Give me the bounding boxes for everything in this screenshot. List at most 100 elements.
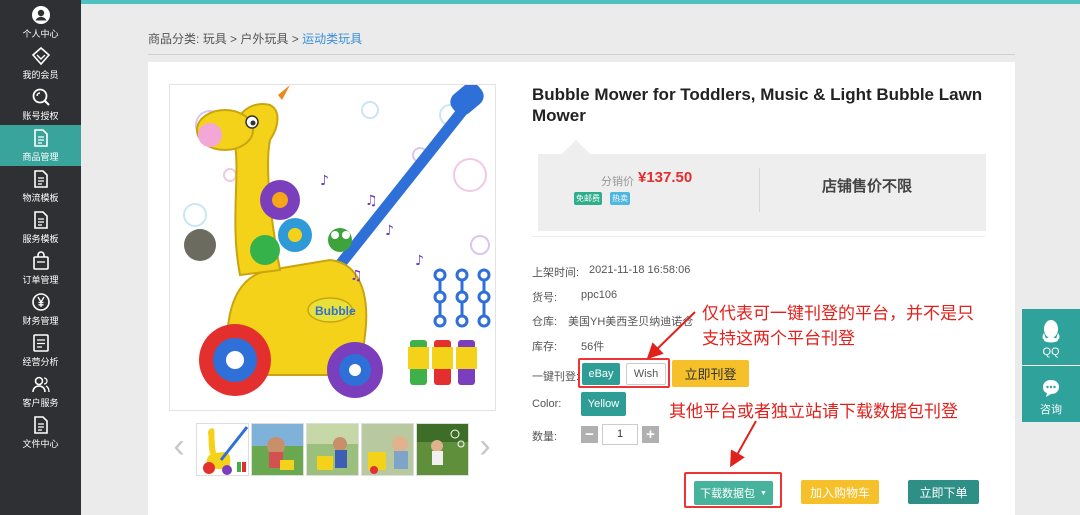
sidebar-item-business-analysis[interactable]: 经营分析 [0, 330, 81, 371]
people-icon [31, 376, 50, 393]
bag-icon [32, 251, 49, 270]
sidebar-item-label: 财务管理 [22, 316, 59, 326]
diamond-icon [31, 46, 50, 66]
sidebar-item-logistics-template[interactable]: 物流模板 [0, 166, 81, 207]
annotation-line-1: 仅代表可一键刊登的平台，并不是只 [702, 304, 974, 323]
breadcrumb-divider [148, 54, 1015, 55]
annotation-line-3: 其他平台或者独立站请下载数据包刊登 [669, 402, 958, 421]
qq-penguin-icon [1042, 320, 1060, 343]
top-accent-bar [81, 0, 1080, 4]
breadcrumb-separator: > [291, 32, 299, 46]
sidebar-item-personal-center[interactable]: 个人中心 [0, 2, 81, 43]
store-price-text: 店铺售价不限 [822, 178, 913, 195]
sidebar-item-product-management[interactable]: 商品管理 [0, 125, 81, 166]
svg-text:♪: ♪ [415, 253, 424, 269]
yen-icon [31, 293, 50, 311]
svg-text:Bubble: Bubble [315, 304, 356, 318]
svg-text:♫: ♫ [350, 268, 363, 284]
product-main-image[interactable]: Bubble ♪ ♫ ♪ ♫ ♪ [169, 84, 496, 411]
sidebar-item-label: 服务模板 [22, 234, 59, 244]
sidebar-item-order-management[interactable]: 订单管理 [0, 248, 81, 289]
publish-now-button[interactable]: 立即刊登 [672, 360, 749, 387]
thumbnail-4[interactable] [361, 423, 414, 476]
sidebar-item-account-auth[interactable]: 账号授权 [0, 84, 81, 125]
consult-label: 咨询 [1040, 404, 1062, 416]
thumbnail-strip: ‹ › [169, 420, 496, 476]
quantity-increase-button[interactable]: + [642, 426, 659, 443]
sidebar-item-file-center[interactable]: 文件中心 [0, 412, 81, 453]
thumbnail-1[interactable] [196, 423, 249, 476]
thumbnail-next-arrow[interactable]: › [475, 428, 495, 464]
price-label: 分销价 [601, 176, 634, 188]
sidebar-item-label: 经营分析 [22, 357, 59, 367]
sidebar-item-label: 文件中心 [22, 439, 59, 449]
quantity-decrease-button[interactable]: − [581, 426, 598, 443]
thumbnail-prev-arrow[interactable]: ‹ [169, 428, 189, 464]
breadcrumb-link-sports-toys[interactable]: 运动类玩具 [302, 32, 362, 46]
sidebar-item-label: 我的会员 [22, 70, 59, 80]
document-icon [33, 170, 48, 188]
sidebar-item-label: 账号授权 [22, 111, 59, 121]
stock-value: 56件 [581, 341, 605, 353]
thumbnail-5[interactable] [416, 423, 469, 476]
sidebar-item-label: 商品管理 [22, 152, 59, 162]
one-click-publish-label: 一键刊登: [532, 371, 580, 383]
sidebar: 个人中心 我的会员 账号授权 商品管理 物流模板 服务模板 订单管理 财务管理 … [0, 0, 81, 515]
sidebar-item-customer-service[interactable]: 客户服务 [0, 371, 81, 412]
sidebar-item-label: 客户服务 [22, 398, 59, 408]
chevron-down-icon: ▼ [760, 489, 767, 497]
hot-sale-badge: 热卖 [610, 192, 630, 205]
svg-text:♫: ♫ [365, 193, 378, 209]
sku-value: ppc106 [581, 289, 618, 301]
product-title: Bubble Mower for Toddlers, Music & Light… [532, 85, 983, 125]
search-icon [32, 88, 50, 106]
thumbnail-2[interactable] [251, 423, 304, 476]
color-label: Color: [532, 398, 562, 410]
breadcrumb-separator: > [230, 32, 238, 46]
warehouse-value: 美国YH美西圣贝纳迪诺仓 [568, 316, 694, 328]
sidebar-item-label: 个人中心 [22, 29, 59, 39]
user-icon [31, 6, 50, 24]
price-divider [759, 168, 760, 212]
document-icon [33, 211, 48, 229]
qq-contact-button[interactable]: QQ [1022, 309, 1080, 365]
listed-time-label: 上架时间: [532, 267, 580, 279]
sidebar-item-label: 订单管理 [22, 275, 59, 285]
sidebar-item-service-template[interactable]: 服务模板 [0, 207, 81, 248]
sidebar-item-label: 物流模板 [22, 193, 59, 203]
chart-doc-icon [32, 334, 49, 352]
order-now-button[interactable]: 立即下单 [908, 480, 979, 504]
thumbnail-3[interactable] [306, 423, 359, 476]
bubble-mower-illustration: Bubble ♪ ♫ ♪ ♫ ♪ [183, 85, 491, 398]
warehouse-label: 仓库: [532, 316, 558, 328]
add-to-cart-button[interactable]: 加入购物车 [801, 480, 879, 504]
color-option-yellow[interactable]: Yellow [581, 392, 626, 416]
annotation-line-2: 支持这两个平台刊登 [702, 329, 855, 348]
sidebar-item-finance-management[interactable]: 财务管理 [0, 289, 81, 330]
sidebar-item-membership[interactable]: 我的会员 [0, 43, 81, 84]
breadcrumb-prefix: 商品分类: [148, 32, 200, 46]
platform-ebay-button[interactable]: eBay [582, 363, 620, 385]
svg-text:♪: ♪ [385, 223, 394, 239]
breadcrumb: 商品分类: 玩具 > 户外玩具 > 运动类玩具 [148, 30, 362, 47]
price-box [538, 154, 986, 231]
download-data-package-button[interactable]: 下载数据包 ▼ [694, 481, 773, 505]
sku-label: 货号: [532, 292, 558, 304]
listed-time-value: 2021-11-18 16:58:06 [589, 264, 691, 276]
svg-text:♪: ♪ [320, 173, 329, 189]
price-value: ¥137.50 [638, 169, 693, 186]
qq-label: QQ [1042, 346, 1060, 358]
details-divider [532, 236, 985, 237]
document-icon [33, 416, 48, 434]
breadcrumb-link-toys[interactable]: 玩具 [203, 32, 227, 46]
quantity-label: 数量: [532, 431, 558, 443]
quantity-input[interactable]: 1 [602, 424, 638, 445]
stock-label: 库存: [532, 341, 558, 353]
consult-button[interactable]: 咨询 [1022, 366, 1080, 422]
breadcrumb-link-outdoor-toys[interactable]: 户外玩具 [240, 32, 288, 46]
chat-bubble-icon [1043, 380, 1059, 397]
download-button-label: 下载数据包 [700, 488, 756, 500]
price-box-notch [562, 140, 590, 154]
platform-wish-button[interactable]: Wish [626, 363, 666, 385]
document-icon [33, 129, 48, 147]
